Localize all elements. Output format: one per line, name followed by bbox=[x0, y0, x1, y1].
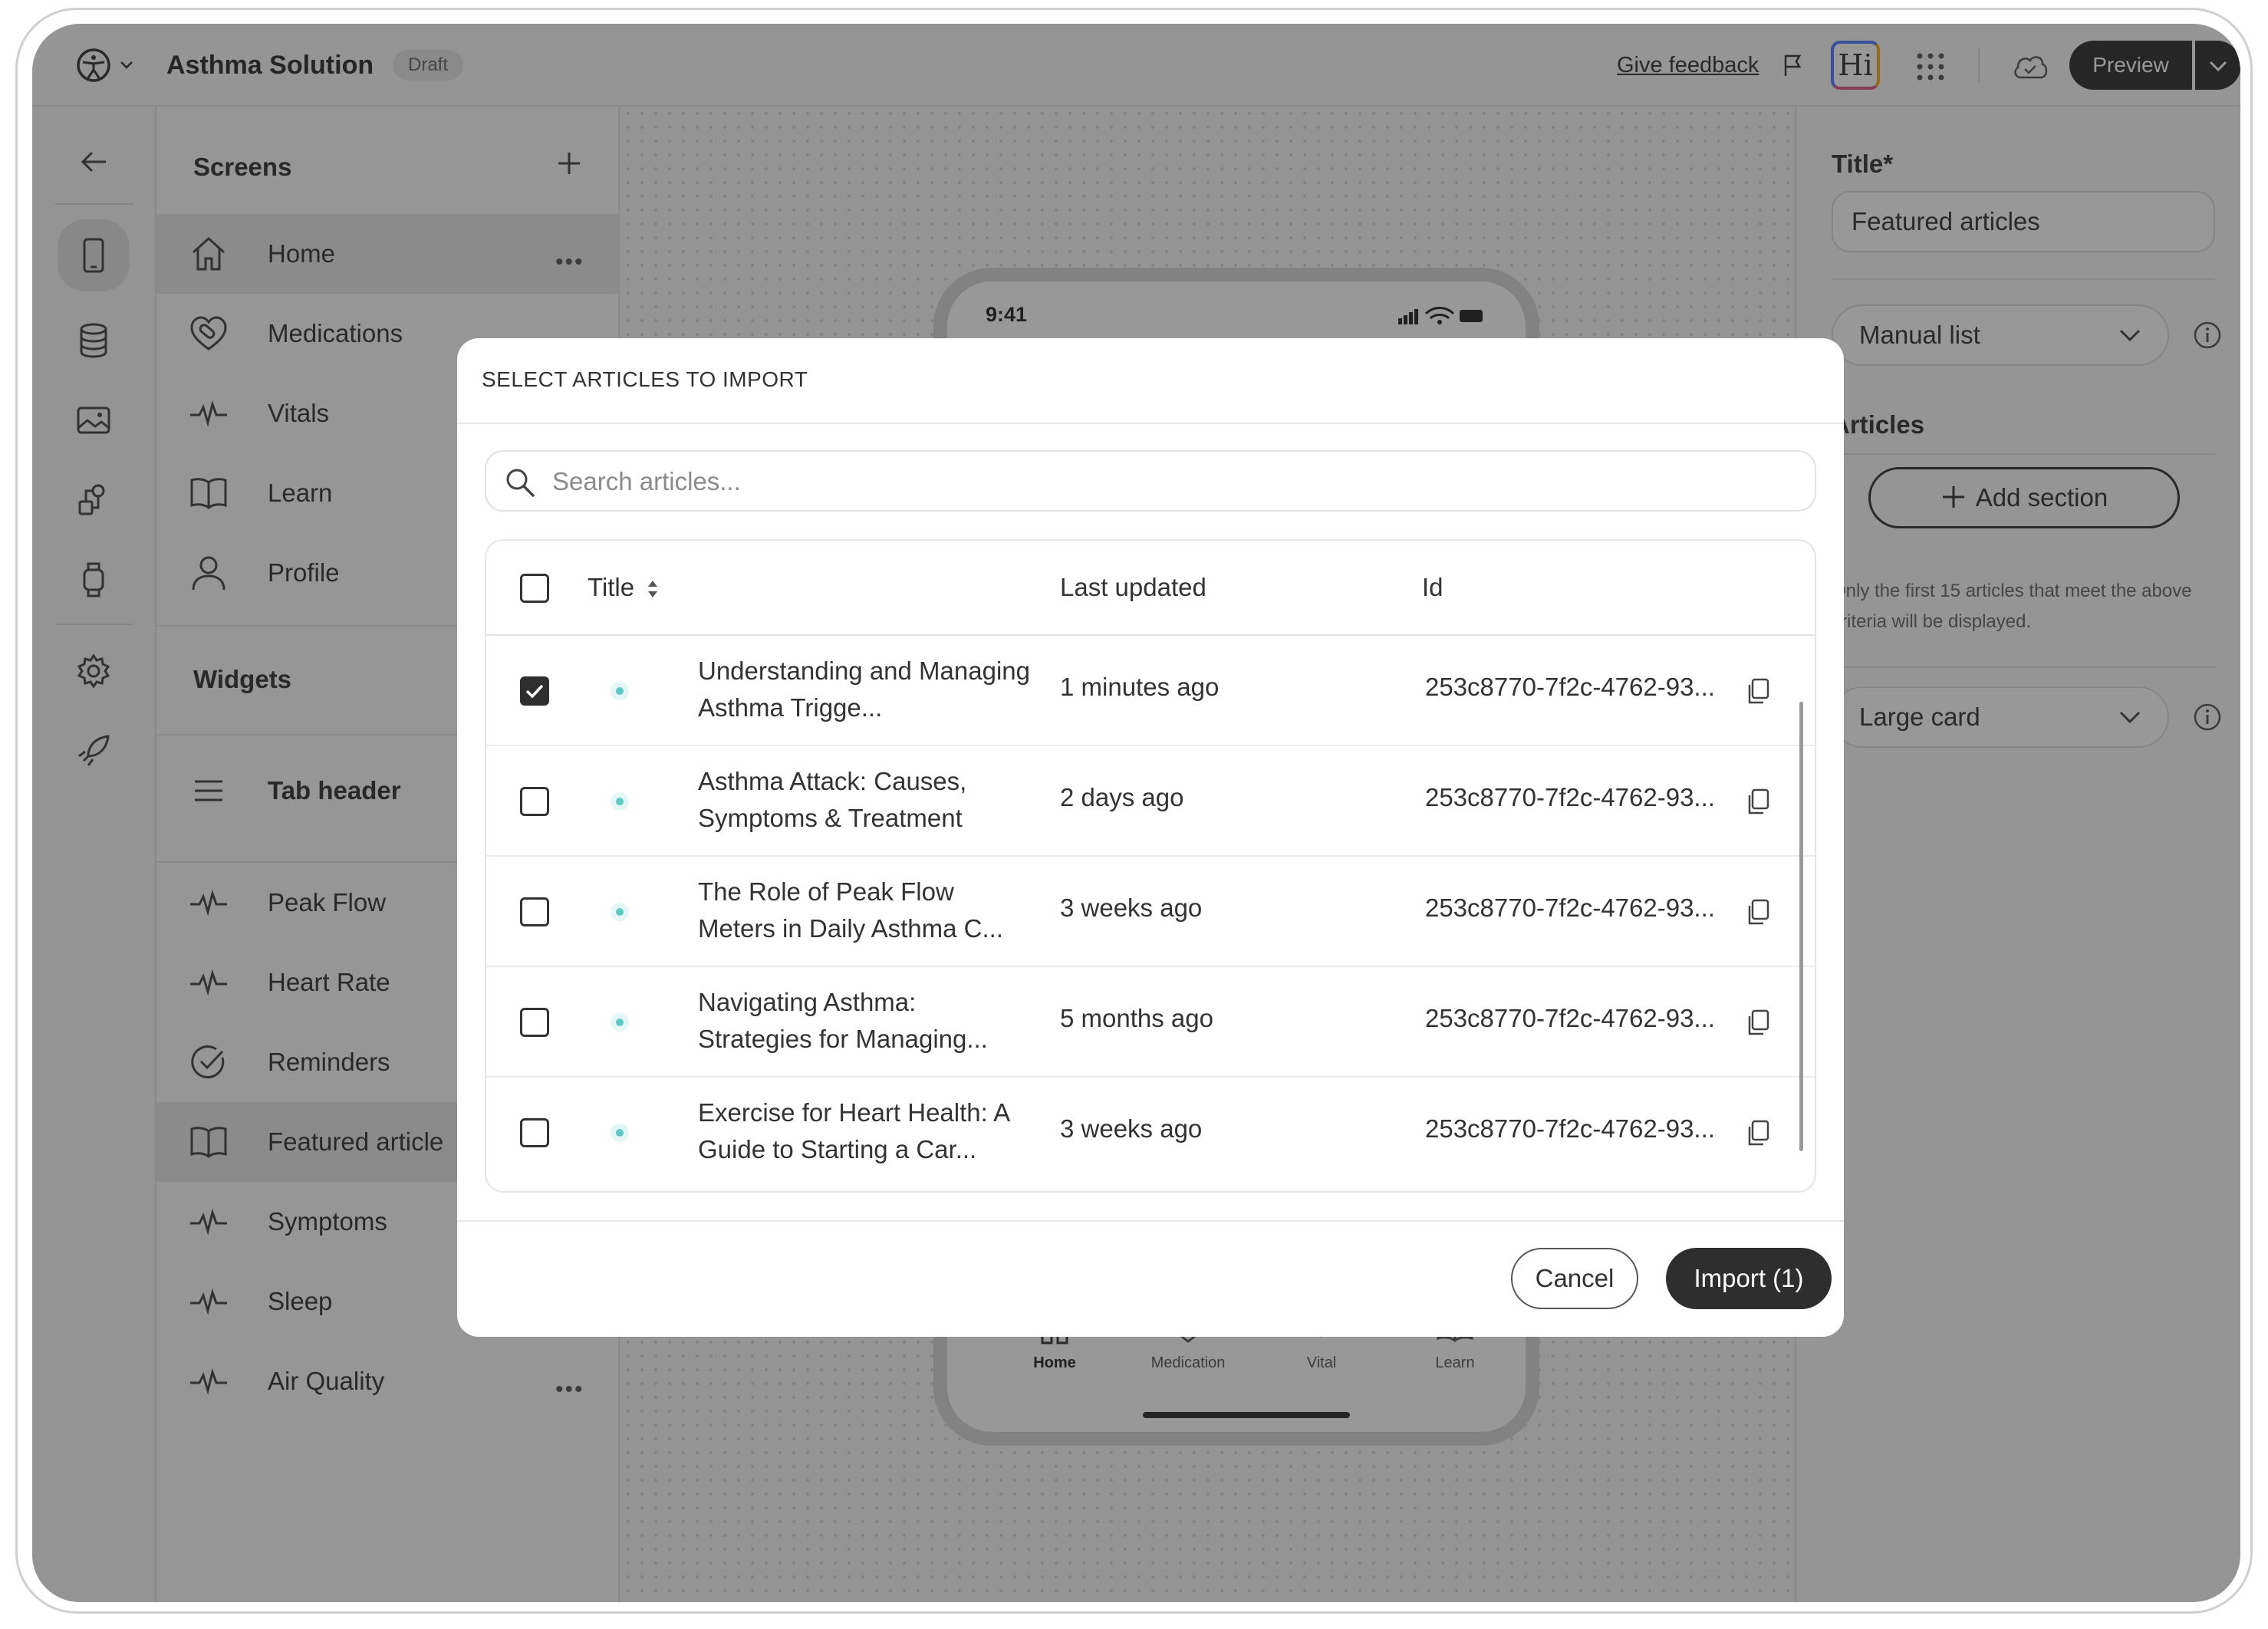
article-title: Understanding and Managing Asthma Trigge… bbox=[698, 657, 1030, 722]
modal-title: SELECT ARTICLES TO IMPORT bbox=[482, 367, 808, 391]
article-title: Asthma Attack: Causes, Symptoms & Treatm… bbox=[698, 767, 967, 832]
modal-footer: Cancel Import (1) bbox=[457, 1220, 1844, 1337]
search-input[interactable] bbox=[552, 462, 1779, 501]
row-checkbox[interactable] bbox=[520, 787, 549, 816]
article-id: 253c8770-7f2c-4762-93... bbox=[1425, 1004, 1715, 1032]
status-dot bbox=[611, 903, 629, 921]
sort-icon[interactable] bbox=[646, 578, 660, 601]
device-frame: Asthma Solution Draft Give feedback Hi P… bbox=[15, 8, 2253, 1614]
copy-icon[interactable] bbox=[1744, 1119, 1772, 1147]
copy-icon[interactable] bbox=[1744, 1009, 1772, 1036]
row-checkbox[interactable] bbox=[520, 1118, 549, 1147]
row-checkbox[interactable] bbox=[520, 676, 549, 706]
column-title-header[interactable]: Title bbox=[588, 573, 634, 602]
article-id: 253c8770-7f2c-4762-93... bbox=[1425, 673, 1715, 701]
article-id: 253c8770-7f2c-4762-93... bbox=[1425, 783, 1715, 811]
article-updated: 3 weeks ago bbox=[1060, 893, 1203, 922]
table-row[interactable]: Navigating Asthma: Strategies for Managi… bbox=[486, 967, 1815, 1078]
article-title: Exercise for Heart Health: A Guide to St… bbox=[698, 1098, 1009, 1163]
status-dot bbox=[611, 1124, 629, 1142]
article-id: 253c8770-7f2c-4762-93... bbox=[1425, 1114, 1715, 1143]
status-dot bbox=[611, 682, 629, 700]
copy-icon[interactable] bbox=[1744, 898, 1772, 926]
article-id: 253c8770-7f2c-4762-93... bbox=[1425, 893, 1715, 922]
articles-table: Title Last updated Id Understanding and … bbox=[485, 539, 1816, 1193]
copy-icon[interactable] bbox=[1744, 788, 1772, 815]
column-updated-header: Last updated bbox=[1060, 573, 1206, 601]
table-header: Title Last updated Id bbox=[486, 541, 1815, 636]
import-articles-modal: SELECT ARTICLES TO IMPORT Title Last upd… bbox=[457, 338, 1844, 1337]
table-row[interactable]: The Role of Peak Flow Meters in Daily As… bbox=[486, 857, 1815, 967]
search-box bbox=[485, 450, 1816, 512]
status-dot bbox=[611, 1013, 629, 1032]
table-row[interactable]: Exercise for Heart Health: A Guide to St… bbox=[486, 1078, 1815, 1188]
article-updated: 3 weeks ago bbox=[1060, 1114, 1203, 1143]
scrollbar[interactable] bbox=[1799, 702, 1803, 1151]
divider bbox=[457, 423, 1844, 424]
cancel-button[interactable]: Cancel bbox=[1511, 1248, 1638, 1309]
copy-icon[interactable] bbox=[1744, 677, 1772, 705]
app-window: Asthma Solution Draft Give feedback Hi P… bbox=[32, 24, 2240, 1602]
select-all-checkbox[interactable] bbox=[520, 574, 549, 603]
article-updated: 2 days ago bbox=[1060, 783, 1184, 811]
table-row[interactable]: Understanding and Managing Asthma Trigge… bbox=[486, 636, 1815, 746]
article-title: Navigating Asthma: Strategies for Managi… bbox=[698, 988, 988, 1053]
row-checkbox[interactable] bbox=[520, 1008, 549, 1037]
row-checkbox[interactable] bbox=[520, 897, 549, 926]
search-icon bbox=[506, 469, 535, 498]
article-updated: 1 minutes ago bbox=[1060, 673, 1220, 701]
status-dot bbox=[611, 792, 629, 811]
article-updated: 5 months ago bbox=[1060, 1004, 1213, 1032]
article-title: The Role of Peak Flow Meters in Daily As… bbox=[698, 877, 1003, 943]
column-id-header: Id bbox=[1422, 573, 1443, 601]
table-row[interactable]: Asthma Attack: Causes, Symptoms & Treatm… bbox=[486, 746, 1815, 857]
check-icon bbox=[525, 684, 544, 699]
import-button[interactable]: Import (1) bbox=[1666, 1248, 1832, 1309]
